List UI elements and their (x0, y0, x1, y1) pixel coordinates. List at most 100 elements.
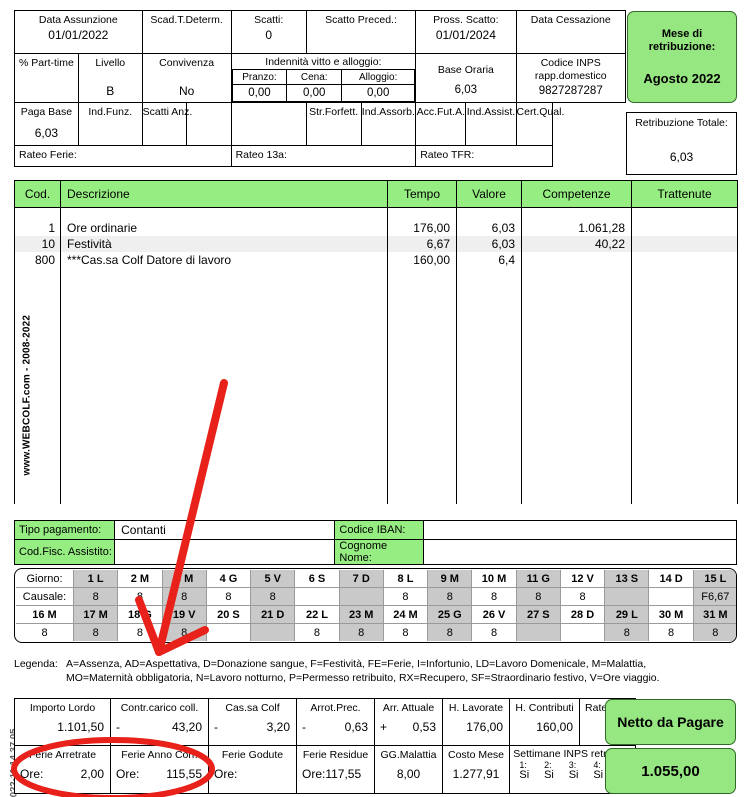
cell-tempo: 6,67 (388, 236, 457, 252)
label: Arr. Attuale (375, 699, 442, 715)
value: 1.101,50 (15, 715, 110, 735)
voci-header-row: Cod. Descrizione Tempo Valore Competenze… (15, 181, 738, 208)
value-wrap: -0,63 (297, 715, 374, 735)
value: 1.277,91 (443, 762, 509, 782)
cod-fisc-assistito-label: Cod.Fisc. Assistito: (15, 540, 115, 565)
field-label: Codice INPS (517, 54, 625, 70)
prefix: Ore: (15, 766, 43, 782)
field-label: Ind.Funz. (79, 103, 142, 119)
calendar-causale-cell: 8 (649, 624, 693, 642)
value-wrap: Ore:2,00 (15, 762, 110, 782)
header-row-3: Paga Base 6,03 Ind.Funz. Scatti Anz. (15, 103, 626, 146)
legenda-line-2: MO=Maternità obbligatoria, N=Lavoro nott… (14, 671, 737, 685)
header-row-2: % Part-time Livello B Convivenza No Inde… (15, 54, 626, 103)
col-competenze: Competenze (522, 181, 632, 208)
col-trattenute: Trattenute (632, 181, 738, 208)
calendar-causale-cell: 8 (162, 588, 206, 606)
field-codice-inps: Codice INPS rapp.domestico 9827287287 (516, 54, 625, 103)
calendar-day-cell: 29 L (605, 606, 649, 624)
cell-costo-mese: Costo Mese 1.277,91 (443, 746, 510, 794)
field-indennita-vitto-alloggio: Indennità vitto e alloggio: Pranzo: Cena… (231, 54, 416, 103)
calendar-causale-cell: 8 (472, 624, 516, 642)
cognome-nome-value[interactable] (423, 540, 736, 565)
spacer-cell (388, 208, 457, 220)
calendar-day-cell: 4 G (206, 570, 250, 588)
calendar-day-cell: 31 M (693, 606, 737, 624)
settimana-inps-item: 4:Si (593, 760, 603, 780)
field-label: Paga Base (15, 103, 78, 119)
calendar-causale-cell: 8 (605, 624, 649, 642)
field-livello: Livello B (78, 54, 142, 103)
settimana-value: Si (544, 770, 554, 780)
field-value (143, 119, 186, 120)
field-label: Livello (79, 54, 142, 70)
calendar-causale-cell (251, 624, 295, 642)
field-label: % Part-time (15, 54, 78, 70)
sign: - (209, 719, 218, 735)
cell-descrizione: ***Cas.sa Colf Datore di lavoro (61, 252, 388, 268)
tipo-pagamento-value[interactable]: Contanti (115, 521, 335, 540)
filler-cell (388, 268, 457, 504)
value: 115,55 (166, 767, 202, 781)
cena-label: Cena: (287, 70, 341, 84)
calendar-causale-cell (339, 588, 383, 606)
table-row: 1 Ore ordinarie 176,00 6,03 1.061,28 (15, 220, 738, 236)
month-value: Agosto 2022 (643, 71, 720, 86)
calendar-causale-cell: 8 (428, 588, 472, 606)
calendar-causale-cell (206, 624, 250, 642)
calendar-causale-cell (516, 624, 560, 642)
filler-cell (61, 268, 388, 504)
field-acc-fut-a: Acc.Fut.A. (416, 103, 466, 146)
pranzo-label: Pranzo: (233, 70, 287, 84)
field-label: Data Assunzione (15, 11, 142, 27)
calendar-day-cell: 17 M (74, 606, 118, 624)
label: H. Contributi (510, 699, 579, 715)
field-blank-1 (187, 103, 231, 146)
netto-da-pagare-label-box: Netto da Pagare (605, 699, 736, 745)
header-row-4: Rateo Ferie: Rateo 13a: Rateo TFR: (15, 146, 626, 167)
calendar-day-cell: 5 V (251, 570, 295, 588)
cell-arr-attuale: Arr. Attuale +0,53 (375, 699, 443, 746)
legenda-line-1: Legenda:A=Assenza, AD=Aspettativa, D=Don… (14, 657, 737, 671)
header-row-1: Data Assunzione 01/01/2022 Scad.T.Determ… (15, 11, 626, 54)
calendar-day-cell: 1 L (74, 570, 118, 588)
calendar-causale-cell: 8 (383, 624, 427, 642)
field-pross-scatto: Pross. Scatto: 01/01/2024 (416, 11, 516, 54)
value: 43,20 (172, 720, 202, 734)
field-label: Scatti: (232, 11, 306, 27)
field-scatto-preced: Scatto Preced.: (306, 11, 415, 54)
calendar-causale-cell (649, 588, 693, 606)
value-wrap: Ore:117,55 (297, 762, 374, 782)
cell-importo-lordo: Importo Lordo 1.101,50 (15, 699, 111, 746)
value: 160,00 (510, 715, 579, 735)
spacer-cell (632, 208, 738, 220)
label: Costo Mese (443, 746, 509, 762)
codice-iban-value[interactable] (423, 521, 736, 540)
label: Arrot.Prec. (297, 699, 374, 715)
field-value: 0 (232, 27, 306, 43)
field-label: Rateo 13a: (232, 146, 416, 162)
cod-fisc-assistito-value[interactable] (115, 540, 335, 565)
calendar-day-cell: 27 S (516, 606, 560, 624)
calendar-causale-cell: 8 (693, 624, 737, 642)
cell-valore: 6,03 (457, 236, 522, 252)
calendar-day-cell: 18 G (118, 606, 162, 624)
cell-h-lavorate: H. Lavorate 176,00 (443, 699, 510, 746)
field-base-oraria: Base Oraria 6,03 (416, 54, 516, 103)
label: Ferie Arretrate (15, 746, 110, 762)
field-value: 6,03 (416, 77, 515, 98)
cell-valore: 6,4 (457, 252, 522, 268)
calendar-day-cell: 13 S (605, 570, 649, 588)
month-label: Mese di retribuzione: (632, 28, 732, 54)
codice-iban-label: Codice IBAN: (335, 521, 423, 540)
calendar-day-cell: 26 V (472, 606, 516, 624)
field-ind-assorb: Ind.Assorb. (361, 103, 416, 146)
retribuzione-totale-value: 6,03 (627, 130, 736, 164)
field-value: 01/01/2022 (15, 27, 142, 43)
voci-table: Cod. Descrizione Tempo Valore Competenze… (14, 180, 738, 504)
calendar-day-cell: 14 D (649, 570, 693, 588)
value: 117,55 (325, 767, 361, 781)
cell-ferie-anno-corr: Ferie Anno Corr. Ore:115,55 (111, 746, 209, 794)
field-value: 9827287287 (517, 83, 625, 99)
voci-filler-row (15, 268, 738, 504)
